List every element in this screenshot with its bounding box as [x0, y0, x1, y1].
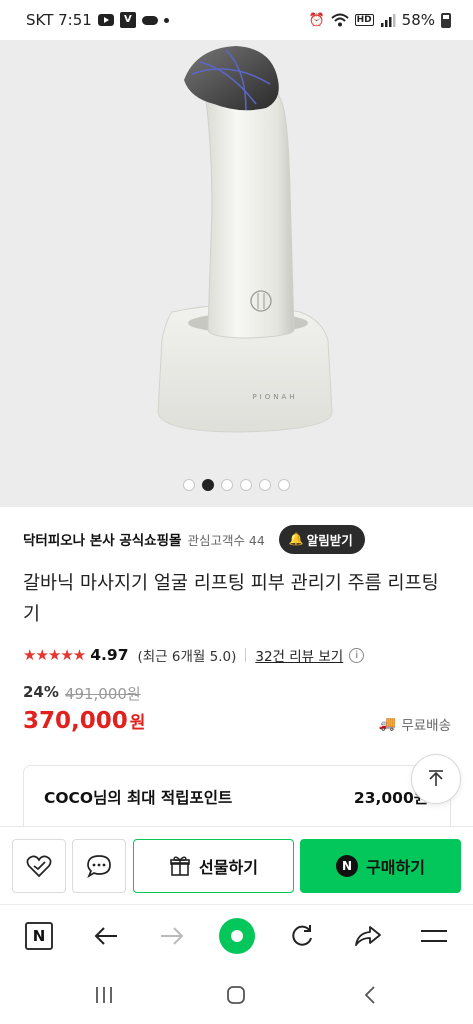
- alarm-subscribe-button[interactable]: 🔔 알림받기: [278, 524, 365, 554]
- carrier-time: SKT 7:51: [26, 11, 92, 29]
- wifi-icon: [330, 13, 349, 27]
- rating-stars: ★★★★★: [23, 646, 86, 664]
- alarm-label: 알림받기: [306, 532, 353, 548]
- naver-pay-logo: N: [336, 855, 359, 877]
- currency: 원: [129, 713, 146, 733]
- recent-apps-button[interactable]: [91, 982, 117, 1008]
- carousel-dot[interactable]: [221, 479, 233, 491]
- more-notifications-icon: [163, 17, 169, 23]
- rating-score: 4.97: [90, 646, 129, 664]
- wishlist-button[interactable]: [12, 839, 66, 893]
- chat-bubble-icon: [87, 855, 111, 878]
- cloud-icon: [141, 15, 158, 25]
- hamburger-menu-icon: [421, 930, 447, 942]
- forward-button[interactable]: [154, 918, 190, 954]
- carousel-indicator: [0, 479, 473, 491]
- share-icon: [355, 926, 381, 946]
- discount-row: 24% 491,000원: [23, 683, 141, 704]
- scroll-to-top-button[interactable]: [411, 754, 461, 804]
- product-image-carousel[interactable]: PIONAH: [0, 40, 473, 507]
- carousel-dot[interactable]: [278, 479, 290, 491]
- product-brand-text: PIONAH: [252, 393, 297, 401]
- back-button[interactable]: [88, 918, 124, 954]
- sale-price: 370,000 원: [23, 708, 145, 734]
- system-navigation-bar: [0, 966, 473, 1024]
- alarm-icon: ⏰: [308, 12, 325, 28]
- green-dot-icon: [219, 918, 255, 954]
- naver-logo-icon: N: [25, 922, 53, 950]
- home-icon: [227, 986, 245, 1004]
- review-link[interactable]: 32건 리뷰 보기: [255, 645, 343, 665]
- shipping-label: 무료배송: [401, 718, 451, 734]
- refresh-icon: [292, 925, 312, 946]
- app-notification-icon: V: [119, 12, 136, 28]
- recent-rating: (최근 6개월 5.0): [137, 649, 237, 665]
- rating-row: ★★★★★ 4.97 (최근 6개월 5.0) 32건 리뷰 보기 i: [23, 645, 365, 665]
- battery-icon: [441, 12, 451, 28]
- status-bar: SKT 7:51 V ⏰ HD 58%: [0, 0, 473, 40]
- carousel-dot[interactable]: [259, 479, 271, 491]
- shop-info: 닥터피오나 본사 공식쇼핑몰 관심고객수 44 🔔 알림받기: [23, 524, 453, 554]
- menu-button[interactable]: [416, 918, 452, 954]
- browser-toolbar: N: [0, 904, 473, 966]
- green-dot-button[interactable]: [219, 918, 255, 954]
- gift-button[interactable]: 선물하기: [133, 839, 294, 893]
- divider: [245, 648, 247, 662]
- youtube-icon: [97, 14, 114, 26]
- battery-percent: 58%: [401, 11, 435, 29]
- carousel-dot-active[interactable]: [202, 479, 214, 491]
- bell-icon: 🔔: [288, 532, 304, 546]
- buy-button[interactable]: N 구매하기: [300, 839, 461, 893]
- system-back-button[interactable]: [357, 982, 383, 1008]
- buy-label: 구매하기: [366, 858, 425, 877]
- share-button[interactable]: [350, 918, 386, 954]
- carousel-dot[interactable]: [240, 479, 252, 491]
- favorite-count: 관심고객수 44: [187, 532, 265, 548]
- talk-button[interactable]: [72, 839, 126, 893]
- refresh-button[interactable]: [284, 918, 320, 954]
- arrow-right-icon: [161, 927, 184, 945]
- naver-home-button[interactable]: N: [21, 918, 57, 954]
- signal-icon: [380, 14, 396, 27]
- discount-rate: 24%: [23, 683, 59, 701]
- product-image: PIONAH: [157, 46, 333, 433]
- truck-icon: 🚚: [378, 716, 397, 732]
- shipping-info: 🚚 무료배송: [379, 714, 451, 734]
- shop-name-link[interactable]: 닥터피오나 본사 공식쇼핑몰: [23, 529, 181, 549]
- home-button[interactable]: [223, 982, 249, 1008]
- purchase-action-bar: 선물하기 N 구매하기: [0, 826, 473, 904]
- carousel-dot[interactable]: [183, 479, 195, 491]
- product-title: 갈바닉 마사지기 얼굴 리프팅 피부 관리기 주름 리프팅기: [23, 573, 439, 625]
- arrow-left-icon: [94, 927, 117, 945]
- points-label: COCO님의 최대 적립포인트: [44, 789, 233, 807]
- gift-label: 선물하기: [199, 858, 258, 877]
- gift-icon: [170, 856, 190, 876]
- arrow-up-icon: [429, 770, 443, 786]
- chevron-left-icon: [364, 986, 375, 1004]
- heart-check-icon: [26, 855, 52, 878]
- sale-price-value: 370,000: [23, 708, 128, 734]
- hd-voice-icon: HD: [354, 14, 374, 26]
- recent-apps-icon: [96, 987, 112, 1003]
- info-icon[interactable]: i: [349, 647, 365, 663]
- points-box[interactable]: COCO님의 최대 적립포인트 23,000원: [23, 765, 451, 827]
- original-price: 491,000원: [64, 685, 141, 703]
